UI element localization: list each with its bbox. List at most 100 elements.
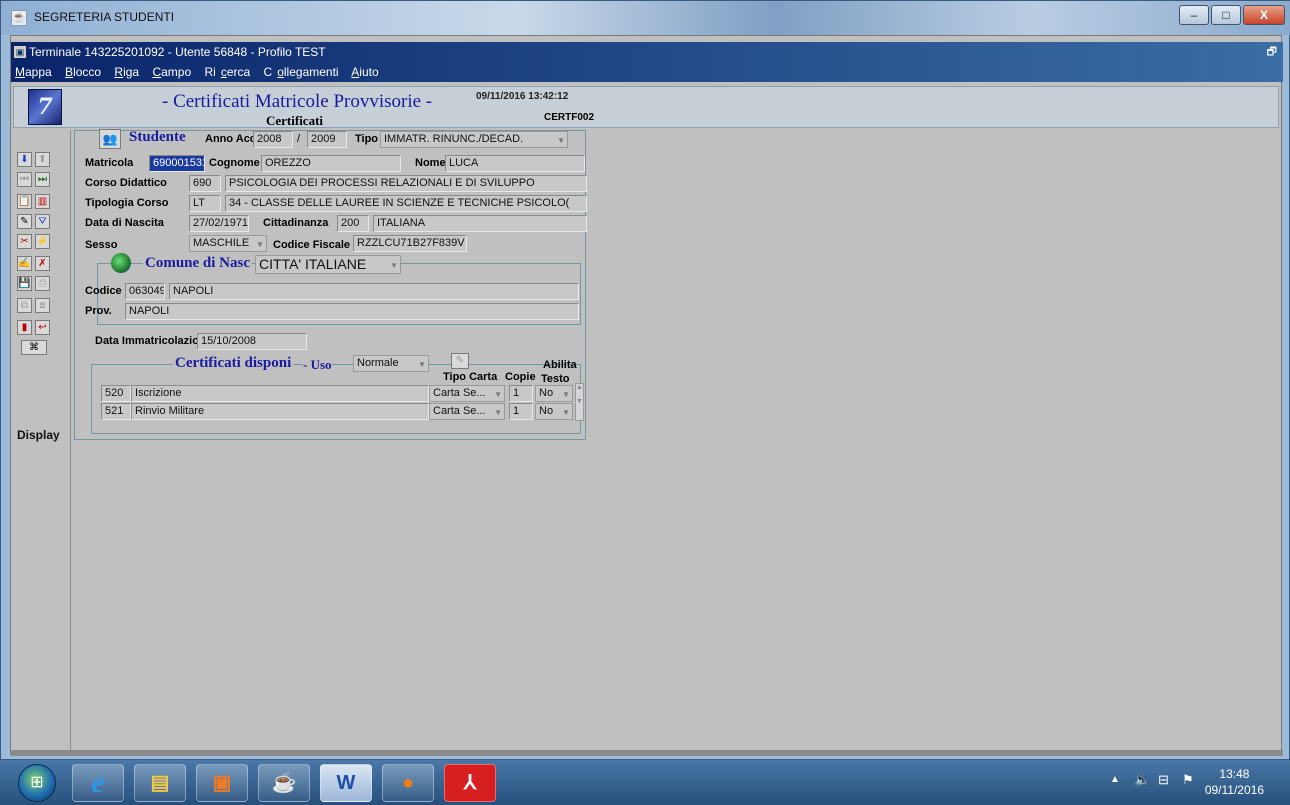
java-icon[interactable]: ☕ [258, 764, 310, 802]
cert-scrollbar[interactable]: ▲ ▼ [575, 383, 584, 421]
immatricolazione-field[interactable]: 15/10/2008 [197, 333, 307, 350]
terminal-icon: ▣ [14, 46, 26, 58]
studente-section-title: Studente [129, 129, 186, 145]
globe-icon[interactable] [111, 253, 131, 273]
close-button[interactable]: X [1243, 5, 1285, 25]
firefox-icon[interactable]: ● [382, 764, 434, 802]
nome-field[interactable]: LUCA [445, 155, 585, 172]
window-titlebar[interactable]: ☕ SEGRETERIA STUDENTI – □ X [1, 1, 1290, 35]
prev-record-icon[interactable]: ⬆ [35, 152, 50, 167]
first-record-icon[interactable]: ⏮ [17, 172, 32, 187]
delete-icon[interactable]: ▥ [35, 194, 50, 209]
cert-desc-cell[interactable]: Iscrizione [131, 385, 429, 402]
cert-copie-cell[interactable]: 1 [509, 403, 533, 420]
certificati-section-title: Certificati disponi [173, 355, 294, 372]
menu-collegamenti[interactable]: Collegamenti [264, 65, 344, 79]
form-title: - Certificati Matricole Provvisorie - [162, 91, 433, 112]
flag-icon[interactable]: ⚑ [1182, 772, 1194, 788]
mdi-titlebar[interactable]: ▣ Terminale 143225201092 - Utente 56848 … [11, 42, 1283, 62]
prov-field[interactable]: NAPOLI [125, 303, 579, 320]
cert-code-cell[interactable]: 520 [101, 385, 131, 402]
anno-from-field[interactable]: 2008 [253, 131, 293, 148]
word-icon[interactable]: W [320, 764, 372, 802]
anno-acc-label: Anno Acc. [205, 133, 259, 145]
cert-carta-select[interactable]: Carta Se... ▼ [429, 403, 505, 420]
menu-ricerca[interactable]: Ri cerca [205, 65, 256, 79]
system-tray: ▲ 🔈 ⊟ ⚑ 13:48 09/11/2016 [1090, 760, 1290, 805]
comune-name-field[interactable]: NAPOLI [169, 283, 579, 300]
cancel-icon[interactable]: ✗ [35, 256, 50, 271]
matricola-field[interactable]: 690001531 [149, 155, 205, 172]
chevron-down-icon: ▼ [390, 261, 398, 270]
status-bar [11, 750, 1283, 756]
tool-icon[interactable]: ✂ [17, 234, 32, 249]
internet-explorer-icon[interactable]: e [72, 764, 124, 802]
save-icon[interactable]: 💾 [17, 276, 32, 291]
menu-riga[interactable]: Riga [114, 65, 144, 79]
tipo-carta-header: Tipo Carta [443, 371, 498, 383]
system-clock[interactable]: 13:48 09/11/2016 [1205, 766, 1264, 798]
last-record-icon[interactable]: ⏭ [35, 172, 50, 187]
next-record-icon[interactable]: ⬇ [17, 152, 32, 167]
cert-desc-cell[interactable]: Rinvio Militare [131, 403, 429, 420]
chevron-down-icon: ▼ [256, 240, 264, 249]
sesso-select[interactable]: MASCHILE ▼ [189, 235, 267, 252]
client-area: ▣ Terminale 143225201092 - Utente 56848 … [10, 35, 1283, 756]
key-icon[interactable]: ⌘ [21, 340, 47, 355]
start-button[interactable]: ⊞ [18, 764, 56, 802]
filter-icon[interactable]: ⛛ [35, 214, 50, 229]
anno-to-field[interactable]: 2009 [307, 131, 347, 148]
minimize-button[interactable]: – [1179, 5, 1209, 25]
comune-tipo-select[interactable]: CITTA' ITALIANE ▼ [255, 255, 401, 274]
tipologia-code-field[interactable]: LT [189, 195, 221, 212]
menu-campo[interactable]: Campo [152, 65, 196, 79]
nascita-field[interactable]: 27/02/1971 [189, 215, 249, 232]
corso-code-field[interactable]: 690 [189, 175, 221, 192]
codice-fiscale-field[interactable]: RZZLCU71B27F839V [353, 235, 467, 252]
file-explorer-icon[interactable]: ▤ [134, 764, 186, 802]
cert-testo-select[interactable]: No ▼ [535, 385, 573, 402]
print-icon[interactable]: ⎙ [35, 276, 50, 291]
menu-blocco[interactable]: Blocco [65, 65, 106, 79]
maximize-button[interactable]: □ [1211, 5, 1241, 25]
network-icon[interactable]: ⊟ [1158, 772, 1169, 788]
cittadinanza-code-field[interactable]: 200 [337, 215, 369, 232]
form-subtitle: Certificati [266, 113, 324, 128]
tray-expand-icon[interactable]: ▲ [1110, 774, 1120, 785]
cert-carta-select[interactable]: Carta Se... ▼ [429, 385, 505, 402]
cert-testo-select[interactable]: No ▼ [535, 403, 573, 420]
exit-icon[interactable]: ▮ [17, 320, 32, 335]
cittadinanza-name-field[interactable]: ITALIANA [373, 215, 587, 232]
volume-muted-icon[interactable]: 🔈 [1134, 772, 1150, 788]
edit-cert-icon[interactable]: ✎ [451, 353, 469, 369]
students-icon[interactable]: 👥 [99, 129, 121, 149]
chevron-down-icon: ▼ [494, 408, 502, 417]
cert-copie-cell[interactable]: 1 [509, 385, 533, 402]
run-icon[interactable]: ⚡ [35, 234, 50, 249]
write-icon[interactable]: ✍ [17, 256, 32, 271]
copy-icon[interactable]: ⧉ [17, 298, 32, 313]
comune-section-title: Comune di Nasc [143, 255, 253, 272]
tipo-select[interactable]: IMMATR. RINUNC./DECAD. ▼ [380, 131, 568, 148]
paste-icon[interactable]: ⧈ [35, 298, 50, 313]
cognome-field[interactable]: OREZZO [261, 155, 401, 172]
cert-code-cell[interactable]: 521 [101, 403, 131, 420]
edit-icon[interactable]: ✎ [17, 214, 32, 229]
anno-separator: / [297, 133, 301, 145]
menu-mappa[interactable]: Mappa [15, 65, 57, 79]
back-icon[interactable]: ↩ [35, 320, 50, 335]
display-label: Display [17, 428, 60, 442]
corso-name-field[interactable]: PSICOLOGIA DEI PROCESSI RELAZIONALI E DI… [225, 175, 587, 192]
form-datetime: 09/11/2016 13:42:12 [476, 91, 569, 102]
clipboard-icon[interactable]: 📋 [17, 194, 32, 209]
uso-select[interactable]: Normale ▼ [353, 355, 429, 372]
restore-icon[interactable]: 🗗 [1267, 42, 1277, 62]
media-player-icon[interactable]: ▣ [196, 764, 248, 802]
chevron-down-icon: ▼ [418, 360, 426, 369]
matricola-label: Matricola [85, 157, 134, 169]
menu-aiuto[interactable]: Aiuto [351, 65, 383, 79]
acrobat-icon[interactable]: ⅄ [444, 764, 496, 802]
comune-code-field[interactable]: 063049 [125, 283, 165, 300]
chevron-down-icon: ▼ [562, 408, 570, 417]
tipologia-name-field[interactable]: 34 - CLASSE DELLE LAUREE IN SCIENZE E TE… [225, 195, 587, 212]
